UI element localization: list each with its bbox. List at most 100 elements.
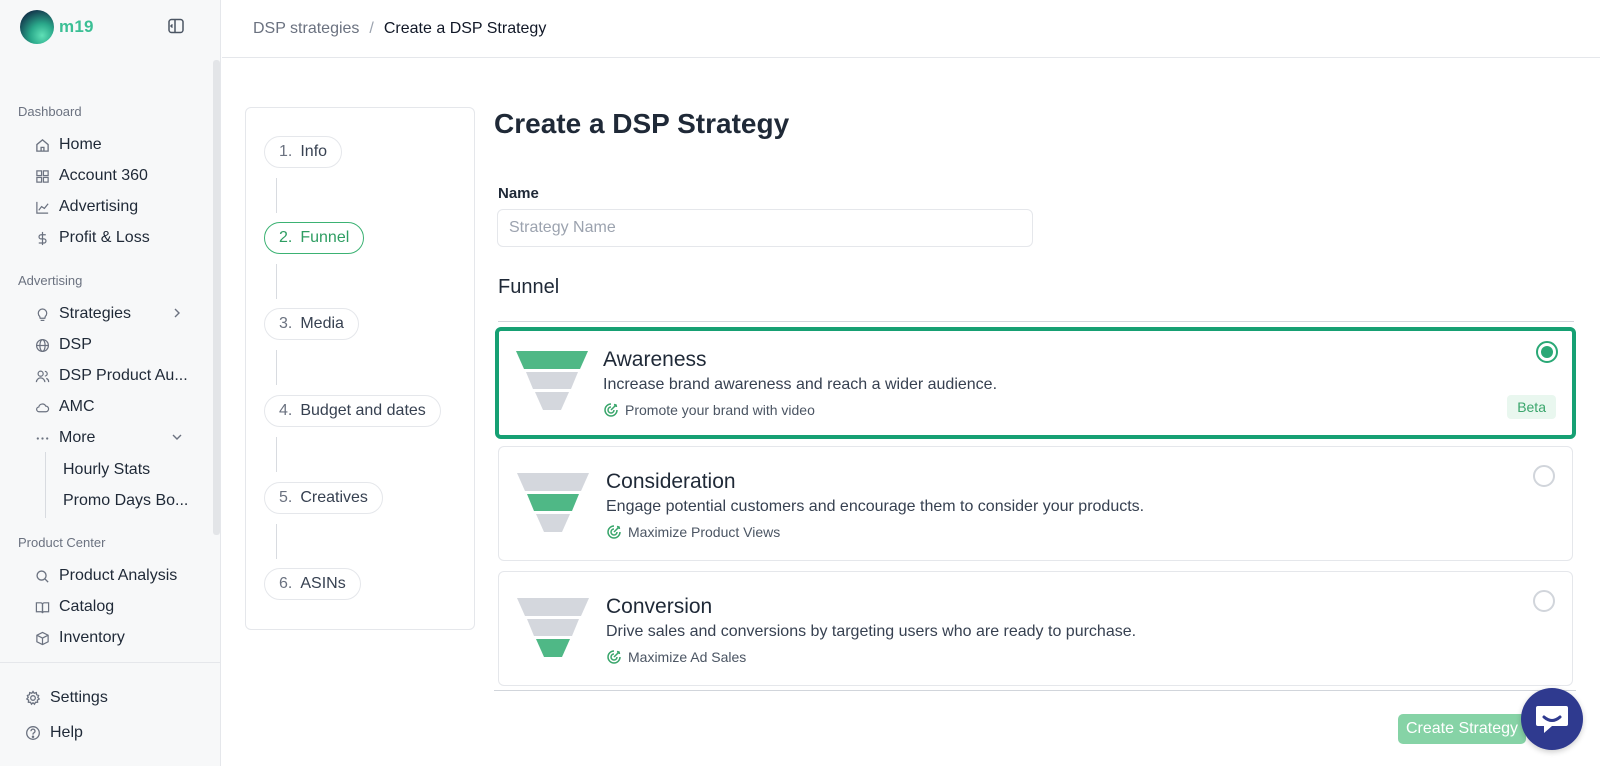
funnel-option-goal-text: Maximize Product Views (628, 524, 781, 540)
funnel-option-radio-selected[interactable] (1536, 341, 1558, 363)
funnel-option-conversion[interactable]: Conversion Drive sales and conversions b… (498, 571, 1573, 686)
strategy-name-input[interactable] (497, 209, 1033, 247)
section-label-product-center: Product Center (18, 535, 106, 550)
step-funnel[interactable]: 2. Funnel (264, 222, 365, 254)
funnel-option-title: Awareness (603, 348, 707, 371)
brand[interactable]: m19 (20, 10, 94, 44)
funnel-consideration-icon (517, 473, 589, 532)
funnel-option-radio[interactable] (1533, 590, 1555, 612)
sidebar-item-product-analysis[interactable]: Product Analysis (34, 562, 194, 590)
chat-support-button[interactable] (1521, 688, 1583, 750)
name-label: Name (498, 185, 539, 202)
step-label: Funnel (300, 229, 350, 246)
create-strategy-button[interactable]: Create Strategy (1398, 714, 1526, 744)
chevron-right-icon (170, 306, 184, 320)
submenu-guide-line (45, 452, 46, 518)
step-asins[interactable]: 6. ASINs (264, 568, 361, 600)
book-icon (34, 599, 51, 616)
funnel-option-goal: Maximize Ad Sales (606, 649, 746, 665)
sidebar-item-account-360[interactable]: Account 360 (34, 162, 194, 190)
gear-icon (25, 689, 42, 707)
sidebar-item-settings[interactable]: Settings (25, 684, 108, 712)
breadcrumb-current: Create a DSP Strategy (383, 19, 547, 37)
step-connector (276, 264, 277, 299)
funnel-option-awareness[interactable]: Awareness Increase brand awareness and r… (495, 327, 1576, 439)
sidebar-item-label: AMC (59, 398, 95, 415)
step-connector (276, 524, 277, 559)
sidebar-item-amc[interactable]: AMC (34, 393, 194, 421)
sidebar-subitem-hourly-stats[interactable]: Hourly Stats (63, 461, 150, 479)
sidebar-item-dsp-product-audiences[interactable]: DSP Product Au... (34, 362, 194, 390)
sidebar-item-label: More (59, 429, 96, 446)
sidebar-item-label: Home (59, 136, 102, 153)
breadcrumb-separator: / (369, 19, 374, 37)
sidebar-item-advertising[interactable]: Advertising (34, 193, 194, 221)
step-label: Info (300, 143, 328, 160)
funnel-option-description: Engage potential customers and encourage… (606, 498, 1145, 515)
step-budget-and-dates[interactable]: 4. Budget and dates (264, 395, 441, 427)
step-creatives[interactable]: 5. Creatives (264, 482, 383, 514)
step-number: 6. (279, 575, 293, 592)
funnel-divider (498, 321, 1574, 322)
sidebar-scrollbar[interactable] (213, 60, 220, 535)
section-label-advertising: Advertising (18, 273, 83, 288)
sidebar-item-label: Advertising (59, 198, 139, 215)
grid-icon (34, 168, 51, 185)
sidebar-item-catalog[interactable]: Catalog (34, 593, 194, 621)
funnel-conversion-icon (517, 598, 589, 657)
step-number: 2. (279, 229, 293, 246)
home-icon (34, 137, 51, 154)
step-label: ASINs (300, 575, 346, 592)
ellipsis-icon (34, 430, 51, 447)
sidebar-item-strategies[interactable]: Strategies (34, 300, 194, 328)
cloud-icon (34, 399, 51, 416)
funnel-option-radio[interactable] (1533, 465, 1555, 487)
sidebar-item-help[interactable]: Help (25, 719, 83, 747)
step-info[interactable]: 1. Info (264, 136, 343, 168)
funnel-option-title: Consideration (606, 470, 736, 493)
step-number: 1. (279, 143, 293, 160)
funnel-option-goal-text: Promote your brand with video (625, 402, 815, 418)
step-media[interactable]: 3. Media (264, 308, 359, 340)
target-goal-icon (603, 402, 619, 418)
radio-dot (1541, 346, 1553, 358)
brand-logo (20, 10, 54, 44)
lightbulb-icon (34, 306, 51, 323)
funnel-option-consideration[interactable]: Consideration Engage potential customers… (498, 446, 1573, 561)
funnel-awareness-icon (516, 351, 588, 410)
sidebar-item-label: Product Analysis (59, 567, 178, 584)
dollar-icon (34, 230, 51, 247)
funnel-list-bottom-divider (494, 690, 1576, 691)
funnel-option-goal-text: Maximize Ad Sales (628, 649, 747, 665)
line-chart-icon (34, 199, 51, 216)
sidebar-subitem-promo-days[interactable]: Promo Days Bo... (63, 492, 188, 510)
sidebar-item-label: Help (50, 724, 83, 741)
brand-name: m19 (59, 17, 94, 36)
page-title: Create a DSP Strategy (494, 108, 790, 139)
help-icon (25, 725, 42, 742)
sidebar-item-label: Settings (50, 689, 108, 706)
sidebar-item-label: Inventory (59, 629, 125, 646)
sidebar-item-inventory[interactable]: Inventory (34, 624, 194, 652)
section-label-dashboard: Dashboard (18, 104, 82, 119)
chat-icon (1536, 706, 1568, 733)
funnel-label: Funnel (498, 276, 560, 298)
funnel-option-title: Conversion (606, 595, 713, 618)
funnel-option-description: Drive sales and conversions by targeting… (606, 623, 1137, 640)
users-icon (34, 368, 51, 385)
breadcrumb-link-dsp-strategies[interactable]: DSP strategies (253, 20, 359, 38)
step-connector (276, 178, 277, 213)
sidebar-item-label: Account 360 (59, 167, 148, 184)
step-label: Creatives (300, 489, 368, 506)
target-goal-icon (606, 649, 622, 665)
step-connector (276, 350, 277, 385)
sidebar-item-label: DSP (59, 336, 92, 353)
sidebar-item-label: DSP Product Au... (59, 367, 188, 384)
sidebar-item-profit-loss[interactable]: Profit & Loss (34, 224, 194, 252)
sidebar-collapse-icon[interactable] (167, 17, 185, 35)
sidebar-item-label: Profit & Loss (59, 229, 150, 246)
sidebar-item-dsp[interactable]: DSP (34, 331, 194, 359)
sidebar-item-home[interactable]: Home (34, 131, 194, 159)
sidebar-divider (0, 662, 220, 663)
sidebar-item-more[interactable]: More (34, 424, 194, 452)
